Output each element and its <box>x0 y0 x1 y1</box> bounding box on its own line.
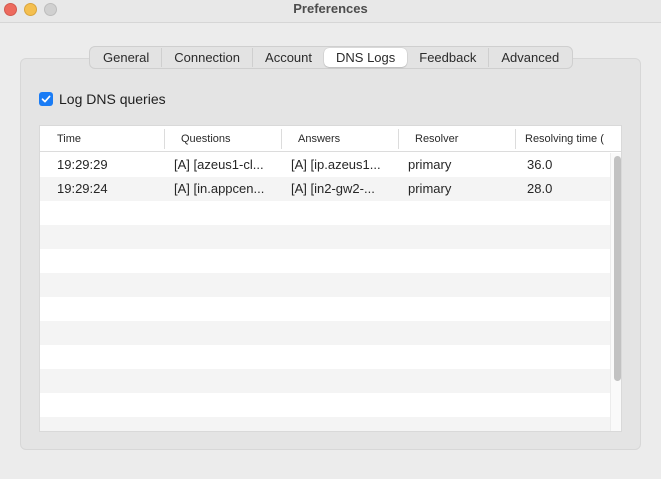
column-header-time[interactable]: Time <box>40 126 164 152</box>
scrollbar-thumb[interactable] <box>614 156 621 381</box>
window-title: Preferences <box>293 1 368 16</box>
tab-dns-logs[interactable]: DNS Logs <box>324 48 408 67</box>
time-cell: 19:29:29 <box>57 157 108 172</box>
log-dns-label: Log DNS queries <box>59 91 166 107</box>
questions-cell: [A] [in.appcen... <box>174 181 265 196</box>
empty-row <box>40 393 610 417</box>
table-body: 19:29:29 [A] [azeus1-cl... [A] [ip.azeus… <box>40 153 610 431</box>
column-header-resolver[interactable]: Resolver <box>398 126 515 152</box>
answers-cell: [A] [ip.azeus1... <box>291 157 381 172</box>
tab-general[interactable]: General <box>91 48 163 67</box>
empty-row <box>40 417 610 431</box>
table-header: Time Questions Answers Resolver Resolvin… <box>40 126 621 152</box>
log-dns-option: Log DNS queries <box>39 91 166 107</box>
table-row[interactable]: 19:29:24 [A] [in.appcen... [A] [in2-gw2-… <box>40 177 610 201</box>
dns-log-table: Time Questions Answers Resolver Resolvin… <box>39 125 622 432</box>
resolver-cell: primary <box>408 181 452 196</box>
empty-row <box>40 297 610 321</box>
empty-row <box>40 321 610 345</box>
tab-feedback[interactable]: Feedback <box>407 48 490 67</box>
table-row[interactable]: 19:29:29 [A] [azeus1-cl... [A] [ip.azeus… <box>40 153 610 177</box>
empty-row <box>40 249 610 273</box>
resolver-cell: primary <box>408 157 452 172</box>
empty-row <box>40 273 610 297</box>
empty-row <box>40 369 610 393</box>
empty-row <box>40 201 610 225</box>
tab-advanced[interactable]: Advanced <box>489 48 571 67</box>
empty-row <box>40 225 610 249</box>
resolving-time-cell: 28.0 <box>527 181 553 196</box>
column-header-answers[interactable]: Answers <box>281 126 398 152</box>
column-header-resolving-time[interactable]: Resolving time ( <box>515 126 621 152</box>
title-bar: Preferences <box>0 0 661 23</box>
vertical-scrollbar[interactable] <box>610 153 621 431</box>
questions-cell: [A] [azeus1-cl... <box>174 157 264 172</box>
empty-row <box>40 345 610 369</box>
column-header-questions[interactable]: Questions <box>164 126 281 152</box>
resolving-time-cell: 36.0 <box>527 157 553 172</box>
tab-bar: General Connection Account DNS Logs Feed… <box>89 46 574 69</box>
checkmark-icon <box>41 95 51 103</box>
tab-connection[interactable]: Connection <box>162 48 254 67</box>
tab-account[interactable]: Account <box>253 48 324 67</box>
answers-cell: [A] [in2-gw2-... <box>291 181 375 196</box>
time-cell: 19:29:24 <box>57 181 108 196</box>
log-dns-checkbox[interactable] <box>39 92 53 106</box>
